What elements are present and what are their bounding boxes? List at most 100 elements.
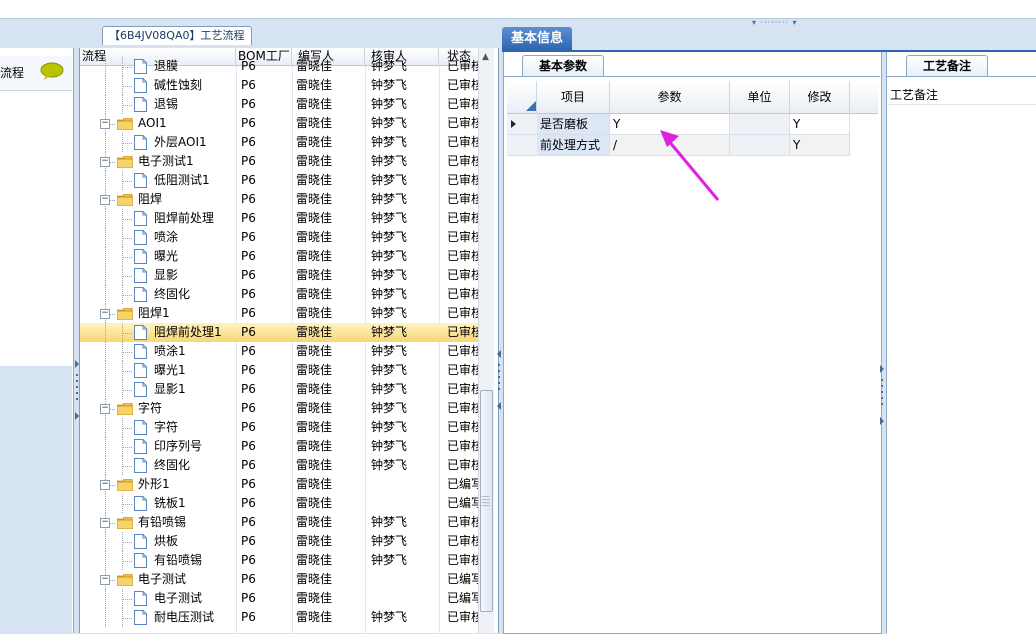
- tab-process-flow[interactable]: 【6B4JV08QA0】工艺流程: [102, 26, 252, 45]
- tree-node-label: 烘板: [154, 534, 179, 548]
- column-header-item[interactable]: 项目: [537, 81, 610, 114]
- tree-connector-line: [105, 285, 106, 304]
- annotation-arrow: [660, 130, 720, 201]
- tree-row[interactable]: 曝光 P6 雷晓佳 钟梦飞 已审核: [80, 247, 478, 266]
- cell-reviewer: 钟梦飞: [371, 287, 408, 301]
- collapse-toggle-icon[interactable]: −: [100, 480, 110, 490]
- tree-row[interactable]: 显影 P6 雷晓佳 钟梦飞 已审核: [80, 266, 478, 285]
- cell-status: 已审核: [447, 515, 478, 529]
- tree-row[interactable]: 电子测试 P6 雷晓佳 已编写: [80, 589, 478, 608]
- collapse-toggle-icon[interactable]: −: [100, 157, 110, 167]
- tree-connector-line: [122, 618, 132, 619]
- cell-bom-factory: P6: [241, 401, 256, 415]
- tab-basic-params[interactable]: 基本参数: [522, 55, 604, 77]
- speech-bubble-icon[interactable]: [40, 62, 64, 80]
- cell-reviewer: 钟梦飞: [371, 515, 408, 529]
- tab-basic-info[interactable]: 基本信息: [502, 27, 572, 50]
- row-selector[interactable]: [507, 135, 537, 156]
- cell-status: 已审核: [447, 610, 478, 624]
- document-icon: [134, 325, 147, 340]
- cell-modified[interactable]: Y: [790, 114, 850, 135]
- cell-writer: 雷晓佳: [296, 477, 333, 491]
- tree-row[interactable]: 铣板1 P6 雷晓佳 已编写: [80, 494, 478, 513]
- tree-row[interactable]: 外层AOI1 P6 雷晓佳 钟梦飞 已审核: [80, 133, 478, 152]
- tree-row[interactable]: 退锡 P6 雷晓佳 钟梦飞 已审核: [80, 95, 478, 114]
- cell-item[interactable]: 是否磨板: [537, 114, 610, 135]
- cell-unit[interactable]: [730, 114, 790, 135]
- tree-group-row[interactable]: − 电子测试1 P6 雷晓佳 钟梦飞 已审核: [80, 152, 478, 171]
- tree-row[interactable]: 退膜 P6 雷晓佳 钟梦飞 已审核: [80, 57, 478, 76]
- splitter-grip-icon[interactable]: ▾ ········ ▾: [752, 19, 816, 27]
- tree-row[interactable]: 碱性蚀刻 P6 雷晓佳 钟梦飞 已审核: [80, 76, 478, 95]
- cell-writer: 雷晓佳: [296, 344, 333, 358]
- tree-row[interactable]: 烘板 P6 雷晓佳 钟梦飞 已审核: [80, 532, 478, 551]
- row-header-corner: [507, 81, 537, 114]
- cell-bom-factory: P6: [241, 591, 256, 605]
- document-icon: [134, 173, 147, 188]
- splitter-grip-icon[interactable]: [497, 350, 501, 410]
- tree-row[interactable]: 终固化 P6 雷晓佳 钟梦飞 已审核: [80, 285, 478, 304]
- cell-modified[interactable]: Y: [790, 135, 850, 156]
- cell-status: 已审核: [447, 382, 478, 396]
- tree-row[interactable]: 有铅喷锡 P6 雷晓佳 钟梦飞 已审核: [80, 551, 478, 570]
- collapse-toggle-icon[interactable]: −: [100, 575, 110, 585]
- notes-text-area[interactable]: [887, 104, 1036, 634]
- tree-row[interactable]: 喷涂 P6 雷晓佳 钟梦飞 已审核: [80, 228, 478, 247]
- cell-status: 已编写: [447, 496, 478, 510]
- cell-reviewer: [371, 589, 437, 608]
- tree-node-label: 阻焊前处理1: [154, 325, 222, 339]
- tree-group-row[interactable]: − AOI1 P6 雷晓佳 钟梦飞 已审核: [80, 114, 478, 133]
- cell-status: 已审核: [447, 458, 478, 472]
- cell-item[interactable]: 前处理方式: [537, 135, 610, 156]
- cell-bom-factory: P6: [241, 306, 256, 320]
- collapse-toggle-icon[interactable]: −: [100, 404, 110, 414]
- tree-connector-line: [105, 608, 106, 627]
- tree-row[interactable]: 字符 P6 雷晓佳 钟梦飞 已审核: [80, 418, 478, 437]
- tree-group-row[interactable]: − 阻焊 P6 雷晓佳 钟梦飞 已审核: [80, 190, 478, 209]
- column-header-unit[interactable]: 单位: [730, 81, 790, 114]
- tree-row[interactable]: 阻焊前处理 P6 雷晓佳 钟梦飞 已审核: [80, 209, 478, 228]
- tree-row[interactable]: 耐电压测试 P6 雷晓佳 钟梦飞 已审核: [80, 608, 478, 627]
- tab-process-notes[interactable]: 工艺备注: [906, 55, 988, 77]
- document-icon: [134, 249, 147, 264]
- tree-node-label: 终固化: [154, 287, 191, 301]
- cell-writer: 雷晓佳: [296, 173, 333, 187]
- tree-row[interactable]: 低阻测试1 P6 雷晓佳 钟梦飞 已审核: [80, 171, 478, 190]
- tree-row[interactable]: 终固化 P6 雷晓佳 钟梦飞 已审核: [80, 456, 478, 475]
- document-icon: [134, 591, 147, 606]
- cell-unit[interactable]: [730, 135, 790, 156]
- document-icon: [134, 610, 147, 625]
- cell-writer: 雷晓佳: [296, 382, 333, 396]
- column-header-modified[interactable]: 修改: [790, 81, 850, 114]
- tree-row[interactable]: 曝光1 P6 雷晓佳 钟梦飞 已审核: [80, 361, 478, 380]
- tree-node-label: 退膜: [154, 59, 179, 73]
- tree-connector-line: [105, 323, 106, 342]
- cell-reviewer: [371, 494, 437, 513]
- document-icon: [134, 534, 147, 549]
- tree-group-row[interactable]: − 外形1 P6 雷晓佳 已编写: [80, 475, 478, 494]
- scroll-up-arrow-icon[interactable]: ▲: [479, 50, 492, 64]
- cell-reviewer: 钟梦飞: [371, 401, 408, 415]
- tree-group-row[interactable]: − 字符 P6 雷晓佳 钟梦飞 已审核: [80, 399, 478, 418]
- splitter-grip-icon[interactable]: [880, 365, 884, 425]
- tree-group-row[interactable]: − 有铅喷锡 P6 雷晓佳 钟梦飞 已审核: [80, 513, 478, 532]
- tree-group-row[interactable]: − 阻焊1 P6 雷晓佳 钟梦飞 已审核: [80, 304, 478, 323]
- cell-bom-factory: P6: [241, 458, 256, 472]
- left-panel-title: 流程: [0, 66, 25, 80]
- collapse-toggle-icon[interactable]: −: [100, 309, 110, 319]
- cell-writer: 雷晓佳: [296, 401, 333, 415]
- cell-bom-factory: P6: [241, 59, 256, 73]
- tree-group-row[interactable]: − 电子测试 P6 雷晓佳 已编写: [80, 570, 478, 589]
- collapse-toggle-icon[interactable]: −: [100, 518, 110, 528]
- tree-row[interactable]: 印序列号 P6 雷晓佳 钟梦飞 已审核: [80, 437, 478, 456]
- tree-row[interactable]: 阻焊前处理1 P6 雷晓佳 钟梦飞 已审核: [80, 323, 478, 342]
- collapse-toggle-icon[interactable]: −: [100, 119, 110, 129]
- row-selector[interactable]: [507, 114, 537, 135]
- cell-reviewer: [371, 475, 437, 494]
- tree-connector-line: [122, 466, 132, 467]
- tree-row[interactable]: 喷涂1 P6 雷晓佳 钟梦飞 已审核: [80, 342, 478, 361]
- collapse-toggle-icon[interactable]: −: [100, 195, 110, 205]
- cell-reviewer: 钟梦飞: [371, 135, 408, 149]
- column-header-param[interactable]: 参数: [610, 81, 730, 114]
- tree-row[interactable]: 显影1 P6 雷晓佳 钟梦飞 已审核: [80, 380, 478, 399]
